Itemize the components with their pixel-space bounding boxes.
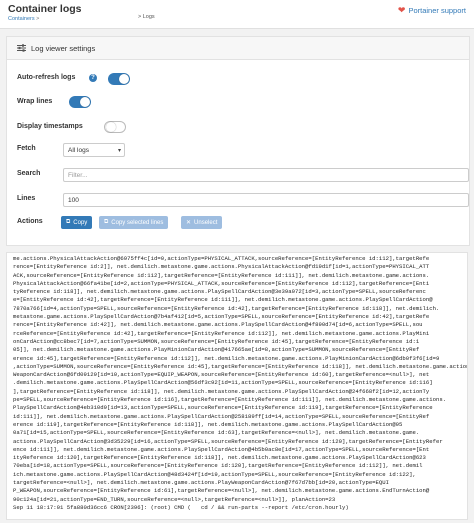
log-line[interactable]: 0a71[id=15,actionType=SPELL,sourceRefere… [13, 429, 463, 437]
support-label: Portainer support [408, 6, 466, 15]
copy-selected-label: Copy selected lines [111, 219, 164, 226]
log-line[interactable]: ],targetReference=[EntityReference id:11… [13, 388, 463, 396]
log-line[interactable]: ence id:111]], net.demilich.metastone.ga… [13, 446, 463, 454]
copy-icon: ⧉ [66, 219, 71, 225]
log-line[interactable]: P_WEAPON,sourceReference=[EntityReferenc… [13, 487, 463, 495]
copy-icon: ⧉ [104, 219, 109, 225]
breadcrumb-current: > Logs [138, 14, 155, 20]
log-line[interactable]: pe=SPELL,sourceReference=[EntityReferenc… [13, 396, 463, 404]
log-line[interactable]: metastone.game.actions.PlaySpellCardActi… [13, 313, 463, 321]
log-line[interactable]: 90c124a[id=21,actionType=END_TURN,source… [13, 496, 463, 504]
wrap-lines-label: Wrap lines [17, 98, 53, 105]
help-icon[interactable]: ? [89, 74, 97, 82]
log-line[interactable]: PlaySpellCardAction@4eb310d9[id=13,actio… [13, 404, 463, 412]
log-output[interactable]: me.actions.PhysicalAttackAction@6975ff4c… [6, 252, 468, 520]
log-line[interactable]: tyReference id:118]], net.demilich.metas… [13, 288, 463, 296]
log-line[interactable]: 7870a766[id=4,actionType=SPELL,sourceRef… [13, 305, 463, 313]
log-line[interactable]: rence=[EntityReference id:2]], net.demil… [13, 263, 463, 271]
auto-refresh-label: Auto-refresh logs [17, 74, 76, 81]
log-line[interactable]: ,actionType=SUMMON,sourceReference=[Enti… [13, 363, 467, 371]
portainer-support-link[interactable]: ❤ Portainer support [398, 5, 466, 16]
unselect-button[interactable]: ✕ Unselect [181, 216, 223, 229]
search-label: Search [17, 170, 41, 177]
page-header: Container logs Containers > > Logs ❤ Por… [0, 0, 474, 29]
toggle-knob [106, 122, 116, 132]
log-line[interactable]: actions.PlaySpellCardAction@3d35229[id=1… [13, 438, 463, 446]
toggle-knob [80, 97, 90, 107]
copy-selected-lines-button[interactable]: ⧉ Copy selected lines [99, 216, 169, 229]
wrap-lines-toggle[interactable] [69, 96, 91, 108]
log-line[interactable]: 70eba[id=18,actionType=SPELL,sourceRefer… [13, 462, 463, 470]
log-line[interactable]: Sep 11 18:17:01 5fa880d36cc6 CRON[2396]:… [13, 504, 463, 512]
panel-title: Log viewer settings [31, 43, 96, 53]
log-line[interactable]: ich.metastone.game.actions.PlaySpellCard… [13, 471, 463, 479]
breadcrumb: Containers > [8, 16, 39, 22]
fetch-select[interactable]: All logs ▾ [63, 143, 125, 157]
heart-icon: ❤ [397, 5, 406, 15]
auto-refresh-toggle[interactable] [108, 73, 130, 85]
log-line[interactable]: 05]], net.demilich.metastone.game.action… [13, 346, 463, 354]
display-timestamps-toggle[interactable] [104, 121, 126, 133]
lines-input[interactable]: 100 [63, 193, 469, 207]
log-line[interactable]: me.actions.PhysicalAttackAction@6975ff4c… [13, 255, 463, 263]
log-line[interactable]: erence id:119],targetReference=[EntityRe… [13, 421, 463, 429]
copy-button-label: Copy [73, 219, 88, 226]
log-line[interactable]: PhysicalAttackAction@66fa41be[id=2,actio… [13, 280, 463, 288]
log-line[interactable]: WeaponCardAction@6fd09129[id=10,actionTy… [13, 371, 463, 379]
copy-button[interactable]: ⧉ Copy [61, 216, 93, 229]
search-input[interactable]: Filter... [63, 168, 469, 182]
fetch-label: Fetch [17, 145, 36, 152]
panel-heading: Log viewer settings [7, 37, 469, 60]
log-line[interactable]: rence=[EntityReference id:42]], net.demi… [13, 321, 463, 329]
close-icon: ✕ [186, 220, 192, 226]
log-line[interactable]: id:111]], net.demilich.metastone.game.ac… [13, 413, 463, 421]
log-line[interactable]: .demilich.metastone.game.actions.PlaySpe… [13, 379, 463, 387]
actions-label: Actions [17, 218, 43, 225]
log-line[interactable]: erence id:45],targetReference=[EntityRef… [13, 355, 463, 363]
lines-label: Lines [17, 195, 36, 202]
log-line[interactable]: targetReference=<null>], net.demilich.me… [13, 479, 463, 487]
fetch-select-value: All logs [68, 146, 89, 154]
breadcrumb-containers-link[interactable]: Containers [8, 16, 35, 22]
log-line[interactable]: onCardAction@cc8bec7[id=7,actionType=SUM… [13, 338, 463, 346]
breadcrumb-separator: > [36, 16, 40, 22]
display-timestamps-label: Display timestamps [17, 123, 83, 130]
page-title: Container logs [8, 3, 82, 15]
actions-group: ⧉ Copy ⧉ Copy selected lines ✕ Unselect [61, 216, 261, 229]
log-viewer-settings-panel: Log viewer settings Auto-refresh logs ? … [6, 36, 470, 246]
toggle-knob [119, 74, 129, 84]
unselect-label: Unselect [194, 219, 218, 226]
sliders-icon [17, 44, 26, 52]
log-line[interactable]: rceReference=[EntityReference id:42],tar… [13, 330, 463, 338]
log-line[interactable]: ityReference id:120],targetReference=[En… [13, 454, 463, 462]
log-line[interactable]: ACK,sourceReference=[EntityReference id:… [13, 272, 463, 280]
log-line[interactable]: e=[EntityReference id:42],targetReferenc… [13, 296, 463, 304]
chevron-updown-icon: ▾ [117, 147, 121, 154]
